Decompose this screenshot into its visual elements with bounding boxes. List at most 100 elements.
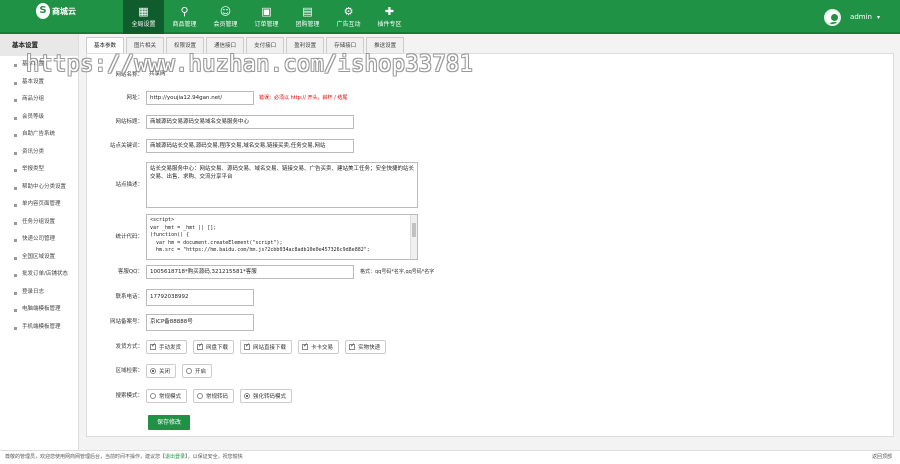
option-label: 实物快递: [358, 345, 381, 351]
save-button[interactable]: 保存修改: [148, 415, 190, 430]
logout-link[interactable]: 退出登录: [165, 454, 185, 460]
chevron-down-icon[interactable]: ▾: [877, 14, 880, 21]
grid-icon: ▦: [138, 5, 149, 18]
sidebar-item[interactable]: 登录日志: [0, 284, 78, 302]
sidebar-item[interactable]: 批发订单/店铺状态: [0, 266, 78, 284]
icp-input[interactable]: 京ICP备88888号: [146, 314, 254, 331]
title-input[interactable]: 商城源码交易源码交易域名交易服务中心: [146, 115, 354, 129]
option-label: 强化转码模式: [253, 394, 287, 400]
top-bar: S 商城云 ▦ 全局设置 ⚲ 商品管理 ☺ 会员管理 ▣ 订单管理 ▤ 团购管理 ⚙ 广告互动 ✚ 插件专…: [0, 0, 900, 34]
camera-icon: ▣: [261, 5, 272, 18]
back-to-top-link[interactable]: 返回顶部: [872, 451, 892, 464]
sidebar-item[interactable]: 电脑端模板管理: [0, 301, 78, 319]
option-label: 关闭: [159, 369, 171, 375]
radio-button[interactable]: [150, 368, 156, 374]
row-stats: 统计代码： <script> var _hmt = _hmt || []; (f…: [87, 214, 893, 260]
delivery-label: 发货方式：: [115, 344, 143, 350]
nav-label: 广告互动: [336, 21, 361, 28]
region-option[interactable]: 关闭: [146, 364, 177, 378]
logo[interactable]: S 商城云: [36, 3, 98, 19]
radio-button[interactable]: [197, 393, 204, 399]
nav-label: 团购管理: [295, 21, 320, 28]
watermark: https://www.huzhan.com/ishop33781: [26, 52, 473, 77]
sidebar-item[interactable]: 帮助中心分类设置: [0, 179, 78, 197]
delivery-option[interactable]: 网站直接下载: [240, 340, 293, 354]
checkbox[interactable]: [150, 342, 156, 350]
radio-button[interactable]: [150, 393, 156, 399]
user-name[interactable]: admin: [850, 13, 872, 21]
option-label: 卡卡交易: [311, 345, 334, 351]
phone-input[interactable]: 17792038992: [146, 289, 254, 306]
url-hint: 错误：必须以 http:// 开头，斜杆 / 结尾: [259, 95, 348, 101]
sidebar-item[interactable]: 任务分组设置: [0, 214, 78, 232]
checkbox[interactable]: [349, 342, 355, 350]
option-label: 常规模式: [159, 394, 182, 400]
row-title: 网站标题： 商城源码交易源码交易域名交易服务中心: [87, 115, 893, 129]
sidebar-item[interactable]: 资讯分类: [0, 144, 78, 162]
option-label: 开启: [195, 369, 207, 375]
sidebar-item[interactable]: 单内容页面管理: [0, 196, 78, 214]
checkbox[interactable]: [302, 342, 308, 350]
sidebar-list: 基本设置 基本设置 商品分组 会员等级 自助广告系统 资讯分类 举报类型 帮助中心分类设置 单内…: [0, 56, 78, 336]
row-keywords: 站点关键词： 商城源码站长交易,源码交易,程序交易,域名交易,链接买卖,任务交易…: [87, 139, 893, 153]
scrollbar[interactable]: [410, 215, 417, 259]
radio-button[interactable]: [186, 368, 193, 374]
stats-code: <script> var _hmt = _hmt || []; (functio…: [150, 217, 370, 253]
row-search-mode: 搜索模式： 常规模式 常规转码 强化转码模式: [87, 389, 893, 403]
nav-item-4[interactable]: ▤ 团购管理: [287, 0, 328, 34]
search-mode-option[interactable]: 常规转码: [193, 389, 235, 403]
url-label: 网址：: [126, 95, 143, 101]
nav-item-6[interactable]: ✚ 插件专区: [369, 0, 410, 34]
checkbox[interactable]: [197, 342, 203, 350]
nav-label: 商品管理: [172, 21, 197, 28]
nav-item-2[interactable]: ☺ 会员管理: [205, 0, 246, 34]
sidebar-item[interactable]: 商品分组: [0, 91, 78, 109]
search-mode-option[interactable]: 常规模式: [146, 389, 188, 403]
sidebar-item[interactable]: 快递公司管理: [0, 231, 78, 249]
user-menu[interactable]: admin ▾: [824, 7, 880, 27]
region-option[interactable]: 开启: [182, 364, 213, 378]
avatar[interactable]: [824, 8, 842, 26]
settings-panel: 网站名称： 共享网 网址： http://youjia12.94gan.net/…: [86, 53, 894, 437]
delivery-option[interactable]: 卡卡交易: [298, 340, 340, 354]
qq-hint: 格式：qq号码*名字,qq号码*名字: [360, 269, 435, 275]
url-input[interactable]: http://youjia12.94gan.net/: [146, 91, 254, 105]
keywords-input[interactable]: 商城源码站长交易,源码交易,程序交易,域名交易,链接买卖,任务交易,网站: [146, 139, 354, 153]
region-options: 关闭 开启: [146, 364, 218, 378]
checkbox[interactable]: [244, 342, 250, 350]
sidebar-item[interactable]: 全国区域设置: [0, 249, 78, 267]
delivery-option[interactable]: 实物快递: [345, 340, 387, 354]
nav-item-5[interactable]: ⚙ 广告互动: [328, 0, 369, 34]
sidebar-item[interactable]: 会员等级: [0, 109, 78, 127]
sidebar-item[interactable]: 举报类型: [0, 161, 78, 179]
nav-label: 全局设置: [131, 21, 156, 28]
logo-mark: S: [36, 3, 50, 19]
title-label: 网站标题：: [115, 119, 143, 125]
nav-label: 插件专区: [377, 21, 402, 28]
nav-label: 订单管理: [254, 21, 279, 28]
search-mode-options: 常规模式 常规转码 强化转码模式: [146, 389, 298, 403]
search-mode-option[interactable]: 强化转码模式: [240, 389, 293, 403]
delivery-option[interactable]: 手动发货: [146, 340, 188, 354]
sidebar-item[interactable]: 自助广告系统: [0, 126, 78, 144]
option-label: 网站直接下载: [253, 345, 287, 351]
delivery-option[interactable]: 网盘下载: [193, 340, 235, 354]
row-description: 站点描述： 站长交易服务中心：网站交易、源码交易、域名交易、链接交易、广告买卖、…: [87, 162, 893, 208]
footer: 尊敬的管理员，欢迎您使用网商网管理后台，当前时间不操作，建议您【退出登录】，以保…: [0, 450, 900, 464]
nav-item-3[interactable]: ▣ 订单管理: [246, 0, 287, 34]
description-textarea[interactable]: 站长交易服务中心：网站交易、源码交易、域名交易、链接交易、广告买卖、建站美工任务…: [146, 162, 418, 208]
description-label: 站点描述：: [115, 182, 143, 188]
sidebar-item[interactable]: 手机端模板管理: [0, 319, 78, 337]
qq-input[interactable]: 1005618718*购买源码,321215581*客服: [146, 265, 354, 279]
option-label: 网盘下载: [206, 345, 229, 351]
nav-label: 会员管理: [213, 21, 238, 28]
nav-item-1[interactable]: ⚲ 商品管理: [164, 0, 205, 34]
radio-button[interactable]: [244, 393, 251, 399]
stats-code-textarea[interactable]: <script> var _hmt = _hmt || []; (functio…: [146, 214, 418, 260]
footer-text-2: ，以保证安全。祝您愉快: [187, 454, 243, 460]
icp-label: 网站备案号：: [109, 319, 143, 325]
search-mode-label: 搜索模式：: [115, 393, 143, 399]
row-delivery: 发货方式： 手动发货 网盘下载 网站直接下载 卡卡交易 实物快递: [87, 340, 893, 354]
nav-item-0[interactable]: ▦ 全局设置: [123, 0, 164, 34]
option-label: 手动发货: [159, 345, 182, 351]
